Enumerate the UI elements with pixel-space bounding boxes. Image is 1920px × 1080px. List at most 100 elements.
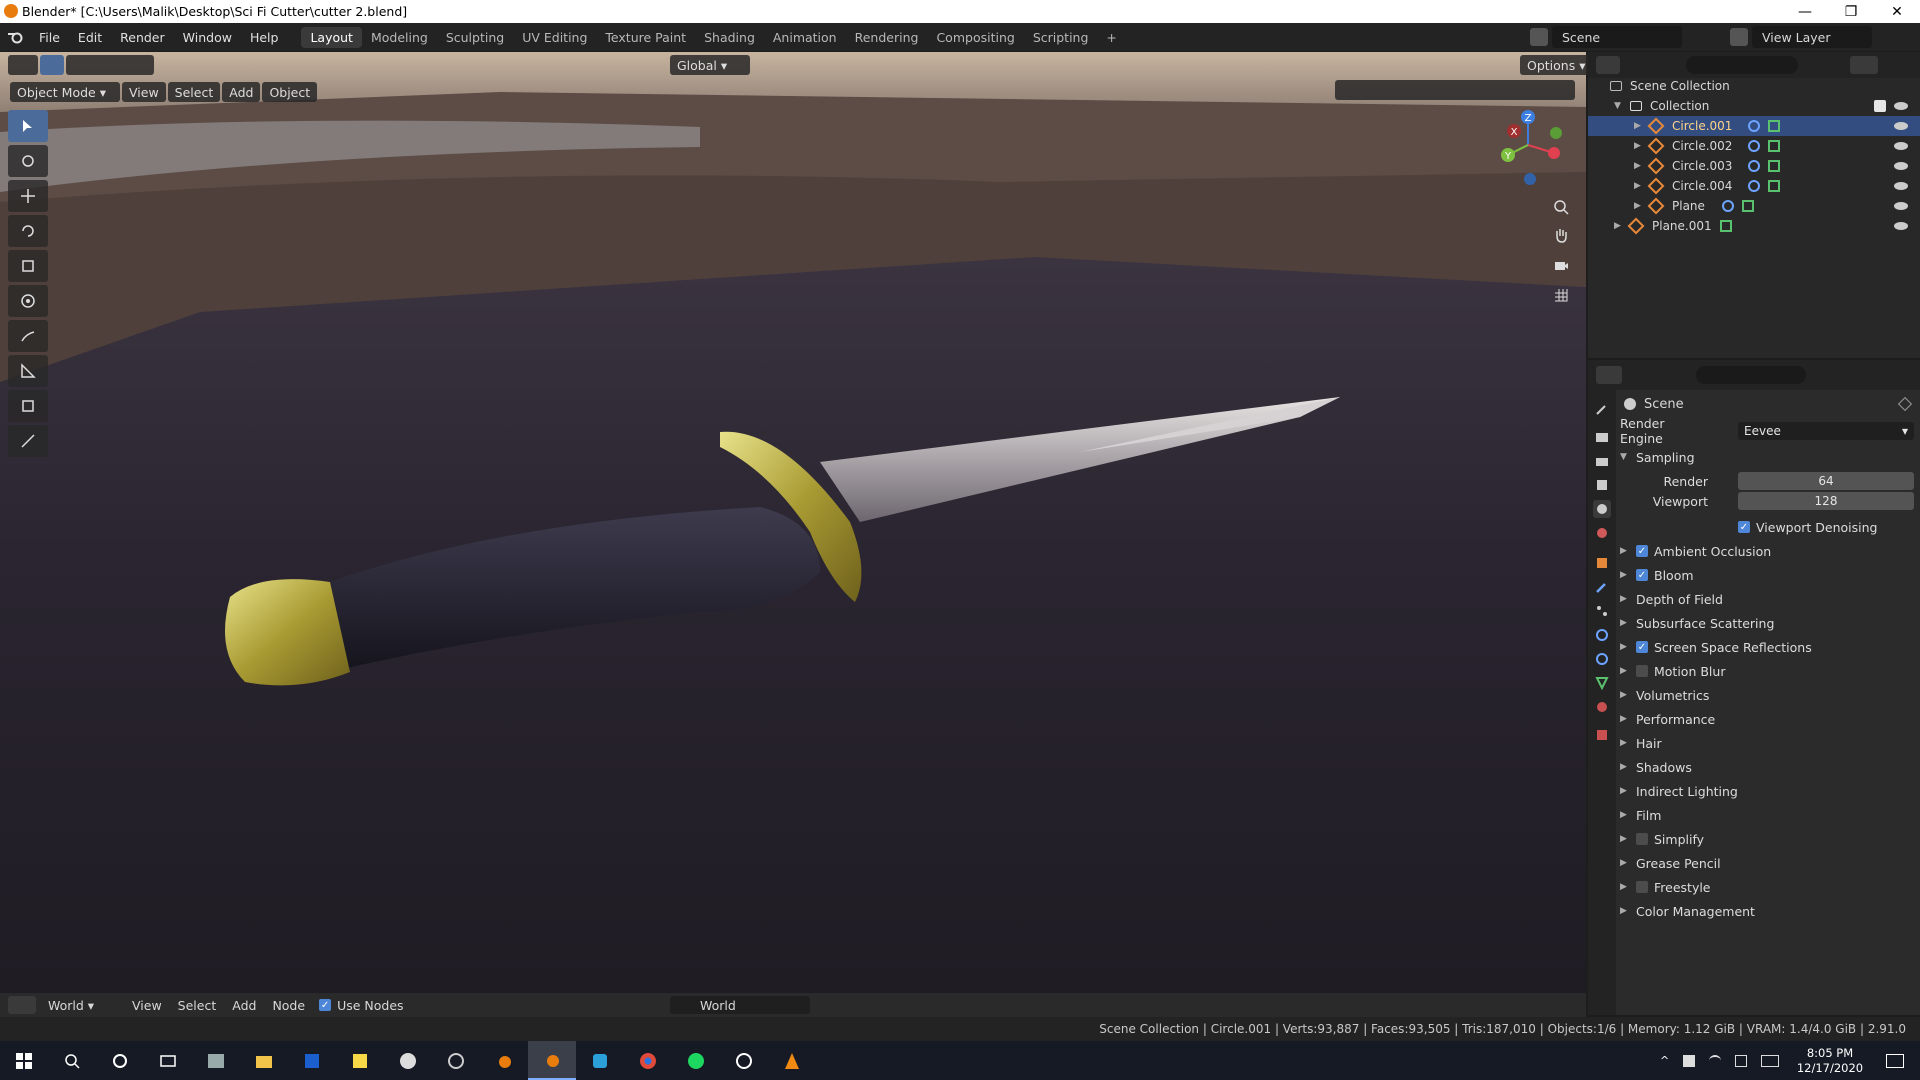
visibility-eye-icon[interactable]: [1894, 162, 1908, 170]
panel-performance[interactable]: ▶ Performance: [1620, 708, 1920, 730]
outliner-item-circle-002[interactable]: ▶ Circle.002: [1588, 136, 1920, 156]
modifier-tab-icon[interactable]: [1593, 578, 1611, 596]
windows-start-icon[interactable]: [0, 1041, 48, 1080]
checkbox-icon[interactable]: ✓: [1636, 569, 1648, 581]
volume-icon[interactable]: [1683, 1054, 1696, 1067]
rotate-tool-icon[interactable]: [8, 215, 48, 247]
app-icon[interactable]: [576, 1041, 624, 1080]
scene-selector-icon[interactable]: [1530, 28, 1548, 46]
app-icon[interactable]: [720, 1041, 768, 1080]
select-tool-icon[interactable]: [8, 110, 48, 142]
annotate-tool-icon[interactable]: [8, 320, 48, 352]
outliner-item-circle-003[interactable]: ▶ Circle.003: [1588, 156, 1920, 176]
zoom-icon[interactable]: [1550, 196, 1572, 218]
3d-viewport[interactable]: [0, 52, 1586, 993]
transform-tool-icon[interactable]: [8, 285, 48, 317]
navigation-gizmo[interactable]: Z X Y: [1488, 105, 1568, 191]
keyboard-icon[interactable]: [1761, 1054, 1780, 1067]
visibility-eye-icon[interactable]: [1894, 102, 1908, 110]
sampling-panel[interactable]: ▼ Sampling: [1620, 446, 1920, 468]
panel-grease-pencil[interactable]: ▶ Grease Pencil: [1620, 852, 1920, 874]
world-datablock-field[interactable]: World: [670, 996, 810, 1014]
panel-motion-blur[interactable]: ▶ Motion Blur: [1620, 660, 1920, 682]
menu-edit[interactable]: Edit: [69, 30, 111, 45]
wifi-icon[interactable]: [1709, 1054, 1722, 1067]
select-menu[interactable]: Select: [167, 82, 221, 102]
task-view-icon[interactable]: [144, 1041, 192, 1080]
panel-film[interactable]: ▶ Film: [1620, 804, 1920, 826]
view-layer-tab-icon[interactable]: [1593, 476, 1611, 494]
tab-shading[interactable]: Shading: [695, 27, 764, 48]
measure-tool-icon[interactable]: [8, 355, 48, 387]
blender-active-taskbar-icon[interactable]: [528, 1041, 576, 1080]
tab-animation[interactable]: Animation: [764, 27, 846, 48]
visibility-eye-icon[interactable]: [1894, 222, 1908, 230]
visibility-eye-icon[interactable]: [1894, 202, 1908, 210]
data-tab-icon[interactable]: [1593, 674, 1611, 692]
outliner-item-plane[interactable]: ▶ Plane: [1588, 196, 1920, 216]
sticky-notes-icon[interactable]: [336, 1041, 384, 1080]
panel-color-management[interactable]: ▶ Color Management: [1620, 900, 1920, 922]
menu-help[interactable]: Help: [241, 30, 288, 45]
viewport-samples-field[interactable]: 128: [1738, 492, 1914, 510]
checkbox-icon[interactable]: ✓: [1636, 545, 1648, 557]
outliner-collection[interactable]: ▼ Collection: [1588, 96, 1920, 116]
outliner-item-circle-004[interactable]: ▶ Circle.004: [1588, 176, 1920, 196]
node-select-menu[interactable]: Select: [170, 998, 225, 1013]
world-type-dropdown[interactable]: World ▾: [44, 996, 124, 1014]
node-menu[interactable]: Node: [264, 998, 313, 1013]
menu-window[interactable]: Window: [174, 30, 241, 45]
transform-orientation-dropdown[interactable]: Global ▾: [670, 55, 750, 75]
tray-icons[interactable]: ^: [1660, 1051, 1780, 1071]
editor-type-icon[interactable]: [8, 55, 38, 75]
checkbox-icon[interactable]: ✓: [1636, 641, 1648, 653]
outliner-item-plane-001[interactable]: ▶ Plane.001: [1588, 216, 1920, 236]
visibility-eye-icon[interactable]: [1894, 122, 1908, 130]
options-dropdown[interactable]: Options ▾: [1520, 55, 1593, 75]
panel-simplify[interactable]: ▶ Simplify: [1620, 828, 1920, 850]
add-cube-tool-icon[interactable]: [8, 390, 48, 422]
pen-icon[interactable]: [1735, 1054, 1748, 1067]
checkbox-icon[interactable]: [1636, 833, 1648, 845]
tab-modeling[interactable]: Modeling: [362, 27, 437, 48]
cortana-icon[interactable]: [96, 1041, 144, 1080]
output-tab-icon[interactable]: [1593, 452, 1611, 470]
notifications-icon[interactable]: [1886, 1053, 1904, 1068]
tab-scripting[interactable]: Scripting: [1024, 27, 1098, 48]
material-tab-icon[interactable]: [1593, 698, 1611, 716]
properties-search-field[interactable]: [1696, 366, 1806, 384]
scale-tool-icon[interactable]: [8, 250, 48, 282]
view-menu[interactable]: View: [122, 82, 166, 102]
render-samples-field[interactable]: 64: [1738, 472, 1914, 490]
tab-compositing[interactable]: Compositing: [927, 27, 1023, 48]
file-explorer-icon[interactable]: [240, 1041, 288, 1080]
visibility-eye-icon[interactable]: [1894, 182, 1908, 190]
tab-uv-editing[interactable]: UV Editing: [513, 27, 596, 48]
tab-texture-paint[interactable]: Texture Paint: [596, 27, 695, 48]
select-mode-icon[interactable]: [40, 55, 64, 75]
checkbox-icon[interactable]: [1636, 881, 1648, 893]
ortho-grid-icon[interactable]: [1550, 284, 1572, 306]
outliner-editor-icon[interactable]: [1596, 56, 1620, 74]
tab-rendering[interactable]: Rendering: [846, 27, 928, 48]
constraints-tab-icon[interactable]: [1593, 650, 1611, 668]
chevron-up-icon[interactable]: ^: [1660, 1054, 1669, 1067]
outliner-scene-collection[interactable]: Scene Collection: [1588, 76, 1920, 96]
particles-tab-icon[interactable]: [1593, 602, 1611, 620]
render-engine-dropdown[interactable]: Eevee ▾: [1738, 422, 1914, 440]
node-view-menu[interactable]: View: [124, 998, 170, 1013]
pin-icon[interactable]: [1897, 396, 1913, 412]
app-icon[interactable]: [288, 1041, 336, 1080]
panel-volumetrics[interactable]: ▶ Volumetrics: [1620, 684, 1920, 706]
maximize-button[interactable]: ❐: [1828, 0, 1874, 23]
app-icon[interactable]: [384, 1041, 432, 1080]
select-box-icons[interactable]: [66, 55, 154, 75]
scene-field[interactable]: Scene: [1552, 26, 1682, 48]
scene-tab-icon[interactable]: [1593, 500, 1611, 518]
chrome-icon[interactable]: [624, 1041, 672, 1080]
tab-sculpting[interactable]: Sculpting: [437, 27, 513, 48]
render-tab-icon[interactable]: [1593, 428, 1611, 446]
panel-ambient-occlusion[interactable]: ▶ ✓ Ambient Occlusion: [1620, 540, 1920, 562]
vlc-icon[interactable]: [768, 1041, 816, 1080]
app-icon[interactable]: [192, 1041, 240, 1080]
